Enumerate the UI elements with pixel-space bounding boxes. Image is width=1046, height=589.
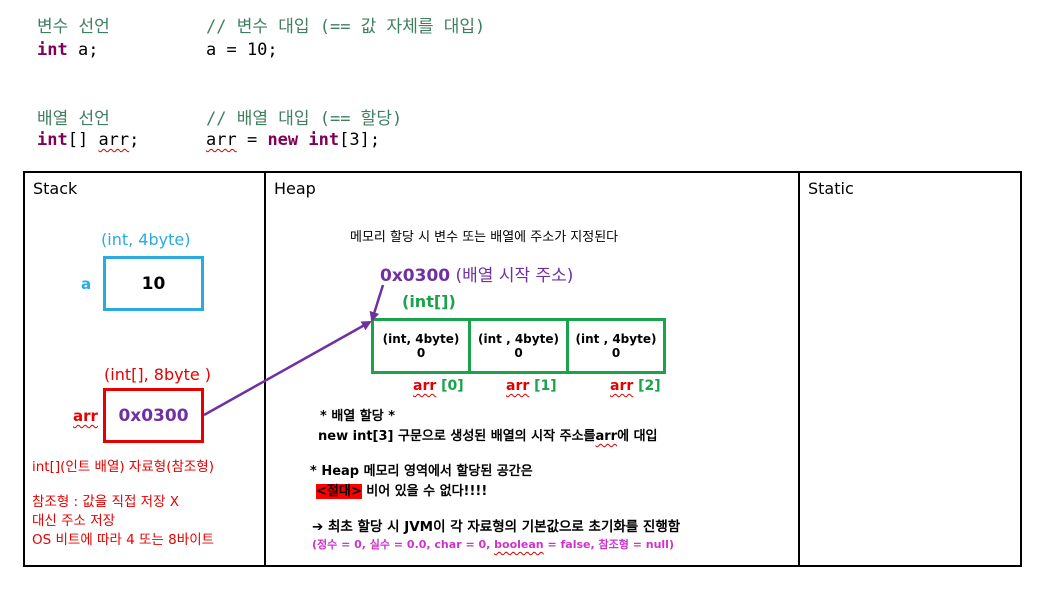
reference-arrows [203,284,385,417]
address-pointer-arrow [369,284,385,322]
reference-arrow [203,320,372,417]
